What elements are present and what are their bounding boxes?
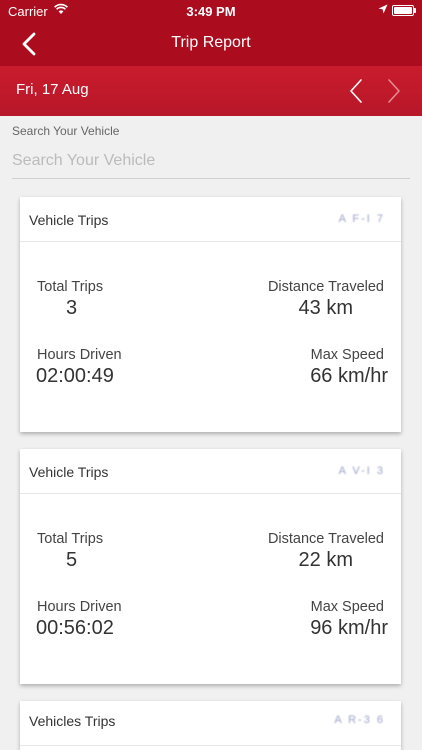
distance-label: Distance Traveled (267, 531, 384, 547)
max-speed-label: Max Speed (310, 599, 384, 615)
battery-icon (392, 5, 416, 16)
status-time: 3:49 PM (186, 4, 236, 19)
total-trips-label: Total Trips (37, 279, 104, 295)
vehicle-plate: A F-I 7 (338, 213, 385, 225)
date-selector-bar: Fri, 17 Aug (0, 66, 422, 116)
app-header: Carrier 3:49 PM Trip Report (0, 0, 422, 66)
distance-value: 22 km (298, 549, 353, 571)
card-title: Vehicle Trips (29, 212, 109, 228)
card-header: Vehicle Trips A V-I 3 (20, 449, 401, 494)
hours-driven-value: 00:56:02 (36, 617, 114, 639)
next-date-button[interactable] (384, 78, 404, 104)
card-header: Vehicles Trips A R-3 6 (20, 701, 401, 746)
hours-driven-value: 02:00:49 (36, 365, 114, 387)
max-speed-label: Max Speed (310, 347, 384, 363)
distance-label: Distance Traveled (267, 279, 384, 295)
page-title: Trip Report (171, 34, 251, 51)
vehicle-plate: A R-3 6 (334, 714, 385, 726)
total-trips-value: 3 (66, 297, 78, 319)
selected-date: Fri, 17 Aug (16, 81, 89, 98)
previous-date-button[interactable] (346, 78, 366, 104)
search-label: Search Your Vehicle (12, 124, 120, 138)
total-trips-value: 5 (66, 549, 78, 571)
max-speed-value: 96 km/hr (310, 617, 388, 639)
location-arrow-icon (378, 4, 388, 14)
card-header: Vehicle Trips A F-I 7 (20, 197, 401, 242)
card-title: Vehicle Trips (29, 464, 109, 480)
vehicle-search-input[interactable] (12, 144, 410, 179)
total-trips-label: Total Trips (37, 531, 104, 547)
distance-value: 43 km (298, 297, 353, 319)
vehicle-plate: A V-I 3 (338, 465, 385, 477)
card-title: Vehicles Trips (29, 713, 116, 729)
hours-driven-label: Hours Driven (37, 599, 122, 615)
vehicle-trip-card[interactable]: Vehicle Trips A F-I 7 Total Trips 3 Dist… (20, 197, 401, 432)
vehicle-trip-card[interactable]: Vehicle Trips A V-I 3 Total Trips 5 Dist… (20, 449, 401, 684)
status-bar: Carrier 3:49 PM (0, 0, 422, 22)
navigation-bar: Trip Report (0, 22, 422, 66)
hours-driven-label: Hours Driven (37, 347, 122, 363)
vehicle-trip-card[interactable]: Vehicles Trips A R-3 6 (20, 701, 401, 750)
max-speed-value: 66 km/hr (310, 365, 388, 387)
